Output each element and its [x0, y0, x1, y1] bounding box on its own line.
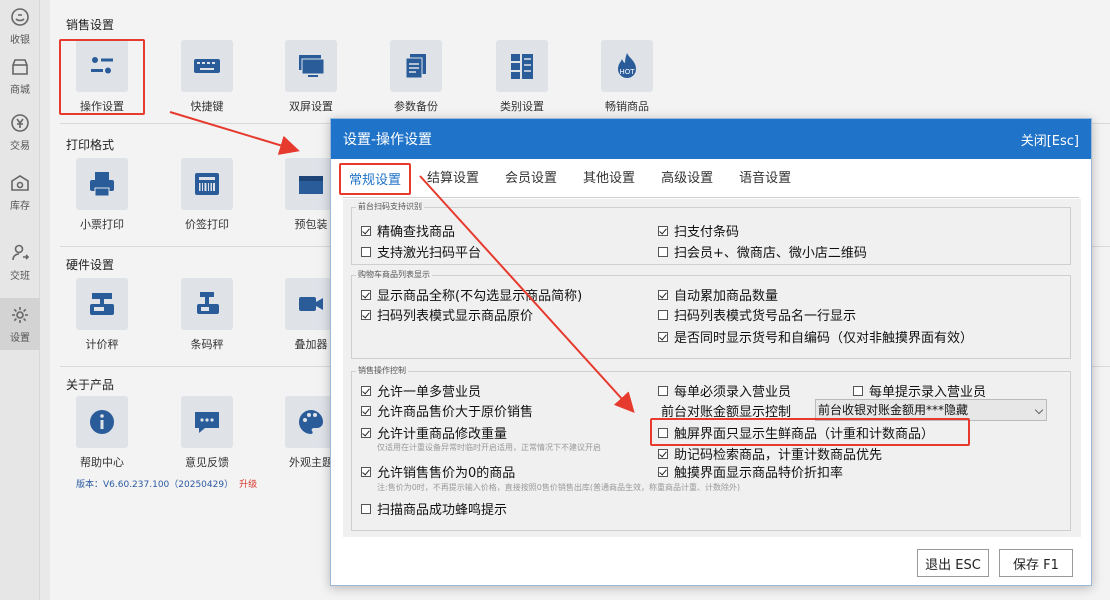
- opt-multi-clerk[interactable]: 允许一单多营业员: [361, 381, 481, 400]
- upgrade-link[interactable]: 升级: [239, 480, 257, 490]
- annotation-box-fresh-only: [650, 418, 970, 446]
- gear-icon: [10, 305, 30, 325]
- hot-flame-icon: HOT: [601, 40, 653, 92]
- keyboard-icon: [181, 40, 233, 92]
- tile-best-sellers[interactable]: HOT 畅销商品: [586, 40, 668, 118]
- opt-auto-accumulate[interactable]: 自动累加商品数量: [658, 285, 778, 304]
- warehouse-icon: [10, 173, 30, 193]
- cashier-icon: [10, 7, 30, 27]
- checkbox[interactable]: [658, 289, 668, 300]
- opt-zero-price[interactable]: 允许销售售价为0的商品: [361, 462, 515, 481]
- nav-shift[interactable]: 交班: [0, 236, 40, 288]
- opt-show-original-price[interactable]: 扫码列表模式显示商品原价: [361, 305, 533, 324]
- annotation-box-operation: [59, 39, 145, 115]
- tab-voice[interactable]: 语音设置: [729, 163, 801, 195]
- close-button[interactable]: 关闭[Esc]: [1021, 130, 1079, 149]
- tile-shortcut-keys[interactable]: 快捷键: [166, 40, 248, 118]
- tab-member[interactable]: 会员设置: [495, 163, 567, 195]
- dialog-title-bar: 设置-操作设置 关闭[Esc]: [331, 119, 1091, 159]
- opt-price-above-original[interactable]: 允许商品售价大于原价销售: [361, 401, 533, 420]
- version-info: 版本：V6.60.237.100（20250429） 升级: [76, 480, 258, 490]
- opt-one-line-display[interactable]: 扫码列表模式货号品名一行显示: [658, 305, 856, 324]
- save-button[interactable]: 保存 F1: [999, 549, 1073, 577]
- store-icon: [10, 57, 30, 77]
- opt-weight-edit[interactable]: 允许计重商品修改重量: [361, 423, 507, 442]
- tile-category-settings[interactable]: 类别设置: [481, 40, 563, 118]
- opt-scan-beep[interactable]: 扫描商品成功蜂鸣提示: [361, 499, 507, 518]
- chevron-down-icon: [1034, 405, 1044, 415]
- checkbox[interactable]: [361, 427, 371, 438]
- barcode-scale-icon: [181, 278, 233, 330]
- opt-discount-rate[interactable]: 触摸界面显示商品特价折扣率: [658, 462, 843, 481]
- tile-price-scale[interactable]: 计价秤: [61, 278, 143, 356]
- tab-other[interactable]: 其他设置: [573, 163, 645, 195]
- checkbox[interactable]: [361, 466, 371, 477]
- opt-prompt-clerk[interactable]: 每单提示录入营业员: [853, 381, 986, 400]
- zero-price-note: 注:售价为0时，不再提示输入价格，直接按照0售价销售出库(普通商品生效，称重商品…: [377, 483, 741, 492]
- info-icon: [76, 396, 128, 448]
- tile-param-backup[interactable]: 参数备份: [375, 40, 457, 118]
- opt-scan-pay-code[interactable]: 扫支付条码: [658, 221, 739, 240]
- tab-bar: 常规设置 结算设置 会员设置 其他设置 高级设置 语音设置: [339, 163, 807, 195]
- opt-exact-search[interactable]: 精确查找商品: [361, 221, 455, 240]
- opt-scan-member-qr[interactable]: 扫会员+、微商店、微小店二维码: [658, 242, 867, 261]
- section-about: 关于产品: [66, 378, 115, 392]
- nav-store[interactable]: 商城: [0, 50, 40, 102]
- opt-show-code-and-self-code[interactable]: 是否同时显示货号和自编码（仅对非触摸界面有效）: [658, 327, 973, 346]
- opt-mnemonic-priority[interactable]: 助记码检索商品，计重计数商品优先: [658, 444, 882, 463]
- documents-icon: [390, 40, 442, 92]
- yuan-icon: [10, 113, 30, 133]
- nav-settings[interactable]: 设置: [0, 298, 40, 350]
- tile-receipt-print[interactable]: 小票打印: [61, 158, 143, 236]
- tab-general[interactable]: 常规设置: [339, 163, 412, 195]
- exit-button[interactable]: 退出 ESC: [917, 549, 989, 577]
- scale-icon: [76, 278, 128, 330]
- checkbox[interactable]: [361, 503, 371, 514]
- tab-underline: [343, 197, 1079, 198]
- section-hardware: 硬件设置: [66, 258, 115, 272]
- checkbox[interactable]: [361, 225, 371, 236]
- opt-full-name[interactable]: 显示商品全称(不勾选显示商品简称): [361, 285, 582, 304]
- tile-barcode-scale[interactable]: 条码秤: [166, 278, 248, 356]
- tab-checkout[interactable]: 结算设置: [417, 163, 489, 195]
- tile-help-center[interactable]: 帮助中心: [61, 396, 143, 474]
- opt-laser-scan[interactable]: 支持激光扫码平台: [361, 242, 481, 261]
- general-settings-panel: 前台扫码支持识别 精确查找商品 扫支付条码 支持激光扫码平台 扫会员+、微商店、…: [343, 199, 1081, 537]
- checkbox[interactable]: [658, 225, 668, 236]
- checkbox[interactable]: [658, 309, 668, 320]
- barcode-label-icon: [181, 158, 233, 210]
- monitor-icon: [285, 40, 337, 92]
- nav-cashier[interactable]: 收银: [0, 0, 40, 52]
- weight-edit-note: 仅适用在计重设备异常时临时开启适用，正常情况下不建议开启: [377, 443, 601, 452]
- section-print: 打印格式: [66, 138, 115, 152]
- tab-advanced[interactable]: 高级设置: [651, 163, 723, 195]
- tile-dual-screen[interactable]: 双屏设置: [270, 40, 352, 118]
- tile-feedback[interactable]: 意见反馈: [166, 396, 248, 474]
- checkbox[interactable]: [658, 331, 668, 342]
- checkbox[interactable]: [658, 385, 668, 396]
- nav-inventory[interactable]: 库存: [0, 166, 40, 218]
- hot-badge: HOT: [619, 68, 635, 76]
- checkbox[interactable]: [361, 405, 371, 416]
- checkbox[interactable]: [658, 246, 668, 257]
- checkbox[interactable]: [361, 385, 371, 396]
- checkbox[interactable]: [361, 246, 371, 257]
- dialog-title: 设置-操作设置: [343, 132, 433, 148]
- checkbox[interactable]: [361, 289, 371, 300]
- checkbox[interactable]: [658, 466, 668, 477]
- printer-icon: [76, 158, 128, 210]
- tile-price-label-print[interactable]: 价签打印: [166, 158, 248, 236]
- operation-settings-dialog: 设置-操作设置 关闭[Esc] 常规设置 结算设置 会员设置 其他设置 高级设置…: [330, 118, 1092, 586]
- checkbox[interactable]: [658, 448, 668, 459]
- left-nav: 收银 商城 交易 库存 交班 设置: [0, 0, 40, 600]
- nav-trade[interactable]: 交易: [0, 106, 40, 158]
- chat-bubble-icon: [181, 396, 233, 448]
- shift-icon: [10, 243, 30, 263]
- opt-must-clerk[interactable]: 每单必须录入营业员: [658, 381, 791, 400]
- category-list-icon: [496, 40, 548, 92]
- checkbox[interactable]: [361, 309, 371, 320]
- section-sales: 销售设置: [66, 18, 115, 32]
- checkbox[interactable]: [853, 385, 863, 396]
